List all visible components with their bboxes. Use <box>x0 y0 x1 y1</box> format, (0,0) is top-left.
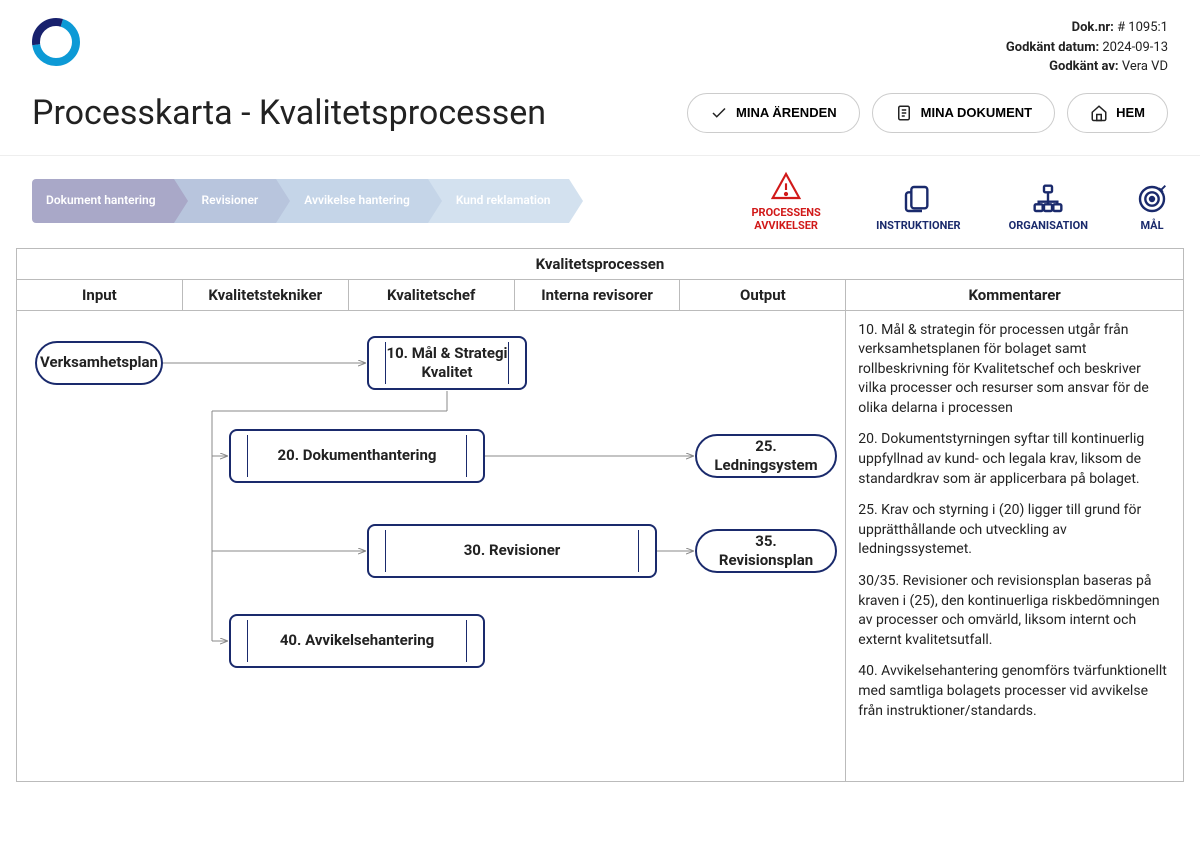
comment-20: 20. Dokumentstyrningen syftar till konti… <box>858 430 1171 489</box>
meta-by-value: Vera VD <box>1122 59 1168 74</box>
crumb-revisioner[interactable]: Revisioner <box>174 179 277 223</box>
mina-dokument-button[interactable]: MINA DOKUMENT <box>872 93 1055 133</box>
swimlane-canvas: Verksamhetsplan 10. Mål & Strategi Kvali… <box>17 311 845 781</box>
col-kvalitetstekniker: Kvalitetstekniker <box>182 279 348 310</box>
company-logo-icon <box>32 18 80 66</box>
documents-icon <box>902 183 934 215</box>
meta-date-value: 2024-09-13 <box>1102 40 1168 55</box>
page-title: Processkarta - Kvalitetsprocessen <box>32 93 546 133</box>
org-chart-icon <box>1032 183 1064 215</box>
comment-25: 25. Krav och styrning i (20) ligger till… <box>858 501 1171 560</box>
hem-label: HEM <box>1116 105 1145 120</box>
node-verksamhetsplan[interactable]: Verksamhetsplan <box>35 341 163 385</box>
col-kommentarer: Kommentarer <box>846 279 1184 310</box>
col-interna-revisorer: Interna revisorer <box>514 279 680 310</box>
crumb-dokumenthantering[interactable]: Dokument hantering <box>32 179 174 223</box>
node-35-revisionsplan[interactable]: 35. Revisionsplan <box>695 529 837 573</box>
node-10-mal-strategi[interactable]: 10. Mål & Strategi Kvalitet <box>367 336 527 390</box>
instruktioner-link[interactable]: INSTRUKTIONER <box>876 183 960 232</box>
crumb-avvikelsehantering[interactable]: Avvikelse hantering <box>276 179 428 223</box>
processens-avvikelser-link[interactable]: PROCESSENS AVVIKELSER <box>744 170 828 232</box>
meta-doknr-label: Dok.nr: <box>1072 20 1114 35</box>
warning-triangle-icon <box>770 170 802 202</box>
node-20-dokumenthantering[interactable]: 20. Dokumenthantering <box>229 429 485 483</box>
meta-doknr-value: # 1095:1 <box>1117 20 1168 35</box>
mal-link[interactable]: MÅL <box>1136 183 1168 232</box>
comment-30-35: 30/35. Revisioner och revisionsplan base… <box>858 572 1171 650</box>
mina-arenden-label: MINA ÄRENDEN <box>736 105 837 120</box>
mina-dokument-label: MINA DOKUMENT <box>921 105 1032 120</box>
node-25-ledningsystem[interactable]: 25. Ledningsystem <box>695 434 837 478</box>
node-40-avvikelsehantering[interactable]: 40. Avvikelsehantering <box>229 614 485 668</box>
mina-arenden-button[interactable]: MINA ÄRENDEN <box>687 93 860 133</box>
crumb-kundreklamation[interactable]: Kund reklamation <box>428 179 569 223</box>
col-output: Output <box>680 279 846 310</box>
comment-40: 40. Avvikelsehantering genomförs tvärfun… <box>858 662 1171 721</box>
target-icon <box>1136 183 1168 215</box>
swimlane-table: Kvalitetsprocessen Input Kvalitetsteknik… <box>16 248 1184 782</box>
meta-date-label: Godkänt datum: <box>1006 40 1099 55</box>
document-meta: Dok.nr: # 1095:1 Godkänt datum: 2024-09-… <box>1006 18 1168 77</box>
node-30-revisioner[interactable]: 30. Revisioner <box>367 524 657 578</box>
comment-10: 10. Mål & strategin för processen utgår … <box>858 321 1171 419</box>
breadcrumb: Dokument hantering Revisioner Avvikelse … <box>32 179 569 223</box>
meta-by-label: Godkänt av: <box>1049 59 1118 74</box>
swimlane-super-header: Kvalitetsprocessen <box>17 248 1184 279</box>
hem-button[interactable]: HEM <box>1067 93 1168 133</box>
comments-panel: 10. Mål & strategin för processen utgår … <box>846 311 1183 744</box>
col-kvalitetschef: Kvalitetschef <box>348 279 514 310</box>
col-input: Input <box>17 279 183 310</box>
organisation-link[interactable]: ORGANISATION <box>1009 183 1088 232</box>
